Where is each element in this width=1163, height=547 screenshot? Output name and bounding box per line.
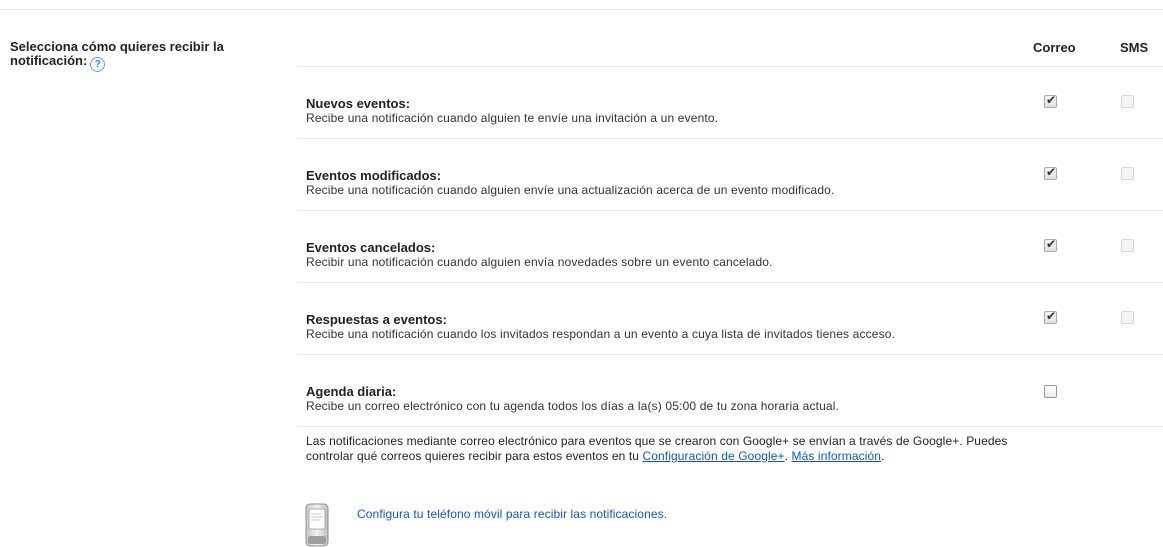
row-description: Recibe un correo electrónico con tu agen… (306, 399, 840, 413)
google-plus-info: Las notificaciones mediante correo elect… (306, 434, 1026, 464)
sms-checkbox[interactable] (1121, 311, 1134, 324)
notification-row-respuestas-eventos: Respuestas a eventos: Recibe una notific… (297, 283, 1163, 355)
sms-checkbox[interactable] (1121, 95, 1134, 108)
sms-checkbox[interactable] (1121, 167, 1134, 180)
row-title: Nuevos eventos: (306, 96, 411, 111)
correo-checkbox[interactable]: ✔ (1044, 93, 1057, 108)
row-title: Eventos cancelados: (306, 240, 436, 255)
row-description: Recibe una notificación cuando alguien t… (306, 111, 719, 125)
notification-row-eventos-modificados: Eventos modificados: Recibe una notifica… (297, 139, 1163, 211)
correo-checkbox[interactable]: ✔ (1044, 309, 1057, 324)
checkmark-icon: ✔ (1046, 309, 1057, 323)
mobile-phone-icon (305, 503, 329, 547)
checkmark-icon: ✔ (1046, 237, 1057, 251)
section-label: Selecciona cómo quieres recibir la notif… (10, 40, 270, 72)
notification-row-nuevos-eventos: Nuevos eventos: Recibe una notificación … (297, 67, 1163, 139)
info-end: . (881, 449, 885, 463)
notification-row-agenda-diaria: Agenda diaria: Recibe un correo electrón… (297, 355, 1163, 427)
row-title: Eventos modificados: (306, 168, 442, 183)
more-info-link[interactable]: Más información (792, 449, 882, 463)
section-label-text: Selecciona cómo quieres recibir la notif… (10, 39, 224, 68)
column-header-sms: SMS (1120, 40, 1149, 55)
sms-checkbox[interactable] (1121, 239, 1134, 252)
row-description: Recibe una notificación cuando alguien e… (306, 183, 835, 197)
top-divider (0, 9, 1163, 10)
correo-checkbox[interactable]: ✔ (1044, 165, 1057, 180)
notification-row-eventos-cancelados: Eventos cancelados: Recibir una notifica… (297, 211, 1163, 283)
correo-checkbox[interactable]: ✔ (1044, 237, 1057, 252)
correo-checkbox[interactable] (1044, 385, 1057, 398)
checkmark-icon: ✔ (1046, 165, 1057, 179)
help-icon[interactable]: ? (90, 57, 106, 72)
google-plus-settings-link[interactable]: Configuración de Google+ (642, 449, 784, 463)
configure-mobile-link[interactable]: Configura tu teléfono móvil para recibir… (357, 507, 667, 521)
info-separator: . (784, 449, 792, 463)
row-description: Recibir una notificación cuando alguien … (306, 255, 773, 269)
row-description: Recibe una notificación cuando los invit… (306, 327, 896, 341)
checkmark-icon: ✔ (1046, 93, 1057, 107)
row-title: Respuestas a eventos: (306, 312, 447, 327)
row-title: Agenda diaria: (306, 384, 397, 399)
column-header-correo: Correo (1033, 40, 1076, 55)
